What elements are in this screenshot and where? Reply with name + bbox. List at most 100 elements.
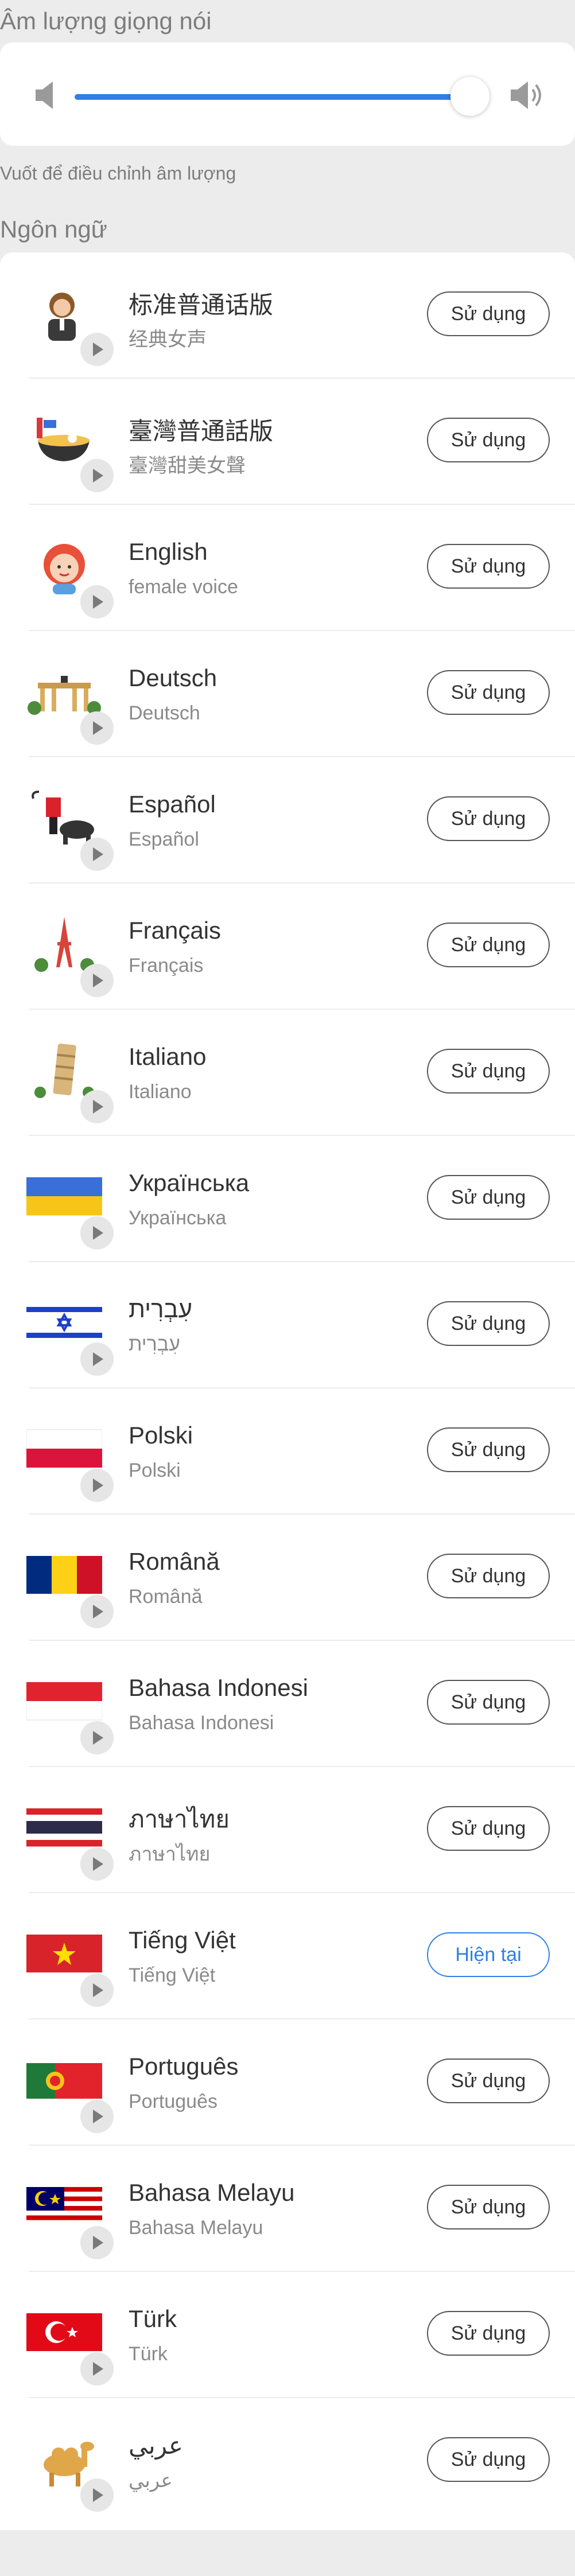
language-row: Português Português Sử dụng xyxy=(0,2019,575,2146)
language-name: Română xyxy=(129,1548,220,1575)
language-name: Tiếng Việt xyxy=(129,1927,236,1954)
language-row: 标准普通话版经典女声 Sử dụng xyxy=(0,252,575,379)
language-name: 标准普通话版 xyxy=(129,291,274,318)
use-language-button[interactable]: Sử dụng xyxy=(427,923,550,967)
language-voice-label: Polski xyxy=(129,1460,181,1481)
play-preview-icon[interactable] xyxy=(80,1721,114,1754)
use-language-button[interactable]: Sử dụng xyxy=(427,796,550,841)
language-voice-label: female voice xyxy=(129,576,238,598)
volume-card xyxy=(0,42,575,146)
language-voice-label: Українська xyxy=(129,1207,227,1229)
use-language-button[interactable]: Sử dụng xyxy=(427,1049,550,1094)
play-preview-icon[interactable] xyxy=(80,585,114,618)
language-voice-label: Tiếng Việt xyxy=(129,1964,216,1986)
language-name: Español xyxy=(129,791,216,818)
language-name: Português xyxy=(129,2053,239,2080)
use-language-button[interactable]: Sử dụng xyxy=(427,1175,550,1220)
use-language-button[interactable]: Sử dụng xyxy=(427,291,550,336)
play-preview-icon[interactable] xyxy=(80,333,114,366)
use-language-button[interactable]: Sử dụng xyxy=(427,1554,550,1598)
volume-hint: Vuốt để điều chỉnh âm lượng xyxy=(0,163,236,184)
language-voice-label: 臺灣甜美女聲 xyxy=(129,455,246,477)
use-language-button[interactable]: Sử dụng xyxy=(427,544,550,589)
use-language-button[interactable]: Sử dụng xyxy=(427,2185,550,2229)
language-voice-label: Deutsch xyxy=(129,702,200,724)
language-row: ภาษาไทย ภาษาไทย Sử dụng xyxy=(0,1767,575,1893)
play-preview-icon[interactable] xyxy=(80,1469,114,1502)
use-language-button[interactable]: Sử dụng xyxy=(427,2059,550,2103)
language-name: 臺灣普通話版 xyxy=(129,418,274,445)
language-list: 标准普通话版 经典女声 Sử dụng 臺灣普通話版 臺灣甜美女聲 Sử dụng Engl… xyxy=(0,252,575,2530)
language-section-title: Ngôn ngữ xyxy=(0,216,107,243)
language-row: Türk Türk Sử dụng xyxy=(0,2272,575,2398)
language-voice-label: Español xyxy=(129,828,199,850)
language-name: Français xyxy=(129,917,222,944)
language-row: עִבְרִית עִבְרִית Sử dụng xyxy=(0,1262,575,1388)
language-row: Italiano Italiano Sử dụng xyxy=(0,1010,575,1136)
play-preview-icon[interactable] xyxy=(80,1090,114,1123)
language-name: עִבְרִית xyxy=(129,1295,193,1322)
use-language-button[interactable]: Sử dụng xyxy=(427,670,550,715)
volume-section-title: Âm lượng giọng nói xyxy=(0,7,212,34)
language-voice-label: עִבְרִית xyxy=(129,1333,180,1355)
language-row: English female voice Sử dụng xyxy=(0,505,575,631)
language-row: 臺灣普通話版臺灣甜美女聲 Sử dụng xyxy=(0,379,575,505)
language-row: Español Español Sử dụng xyxy=(0,757,575,884)
language-name: Türk xyxy=(129,2305,177,2332)
use-language-button[interactable]: Sử dụng xyxy=(427,1301,550,1346)
play-preview-icon[interactable] xyxy=(80,1595,114,1628)
play-preview-icon[interactable] xyxy=(80,1847,114,1881)
language-row: Українська Українська Sử dụng xyxy=(0,1136,575,1262)
language-name: Italiano xyxy=(129,1043,207,1070)
play-preview-icon[interactable] xyxy=(80,1974,114,2007)
language-row: Tiếng Việt Tiếng Việt Hiện tại xyxy=(0,1893,575,2019)
language-voice-label: ภาษาไทย xyxy=(129,1843,211,1865)
language-row: Deutsch Deutsch Sử dụng xyxy=(0,631,575,757)
language-name: Deutsch xyxy=(129,664,217,691)
language-name: English xyxy=(129,538,208,565)
use-language-button[interactable]: Sử dụng xyxy=(427,1427,550,1472)
language-row: Bahasa Indonesi Bahasa Indonesi Sử dụng xyxy=(0,1641,575,1767)
volume-slider-fill xyxy=(75,94,470,100)
language-voice-label: عربي xyxy=(129,2470,173,2492)
use-language-button[interactable]: Sử dụng xyxy=(427,418,550,462)
language-voice-label: Português xyxy=(129,2091,217,2112)
use-language-button[interactable]: Sử dụng xyxy=(427,2437,550,2482)
use-language-button[interactable]: Sử dụng xyxy=(427,2311,550,2356)
language-voice-label: Română xyxy=(129,1586,203,1608)
language-name: عربي xyxy=(129,2432,183,2459)
language-name: Bahasa Indonesi xyxy=(129,1674,308,1701)
play-preview-icon[interactable] xyxy=(80,2100,114,2133)
volume-slider[interactable] xyxy=(75,77,489,116)
language-voice-label: Bahasa Melayu xyxy=(129,2217,263,2239)
speaker-low-icon xyxy=(36,81,53,109)
language-row: Română Română Sử dụng xyxy=(0,1515,575,1641)
use-language-button[interactable]: Sử dụng xyxy=(427,1806,550,1851)
volume-slider-thumb[interactable] xyxy=(450,77,489,116)
language-name: Українська xyxy=(129,1169,250,1196)
language-name: Polski xyxy=(129,1422,193,1449)
play-preview-icon[interactable] xyxy=(80,2352,114,2386)
language-row: Bahasa Melayu Bahasa Melayu Sử dụng xyxy=(0,2146,575,2272)
language-row: Polski Polski Sử dụng xyxy=(0,1388,575,1515)
play-preview-icon[interactable] xyxy=(80,1343,114,1376)
language-name: Bahasa Melayu xyxy=(129,2179,295,2206)
language-voice-label: Türk xyxy=(129,2343,168,2365)
language-row: Français Français Sử dụng xyxy=(0,884,575,1010)
language-voice-label: Français xyxy=(129,955,204,976)
play-preview-icon[interactable] xyxy=(80,838,114,871)
play-preview-icon[interactable] xyxy=(80,711,114,745)
language-voice-label: Italiano xyxy=(129,1081,192,1103)
play-preview-icon[interactable] xyxy=(80,2226,114,2259)
play-preview-icon[interactable] xyxy=(80,2478,114,2512)
current-language-button[interactable]: Hiện tại xyxy=(427,1932,550,1977)
language-row: عربي عربي Sử dụng xyxy=(0,2398,575,2524)
play-preview-icon[interactable] xyxy=(80,459,114,492)
speaker-high-icon xyxy=(511,81,541,109)
language-voice-label: 经典女声 xyxy=(129,329,207,351)
use-language-button[interactable]: Sử dụng xyxy=(427,1680,550,1725)
language-name: ภาษาไทย xyxy=(129,1805,230,1832)
play-preview-icon[interactable] xyxy=(80,964,114,997)
language-voice-label: Bahasa Indonesi xyxy=(129,1712,274,1734)
play-preview-icon[interactable] xyxy=(80,1216,114,1250)
